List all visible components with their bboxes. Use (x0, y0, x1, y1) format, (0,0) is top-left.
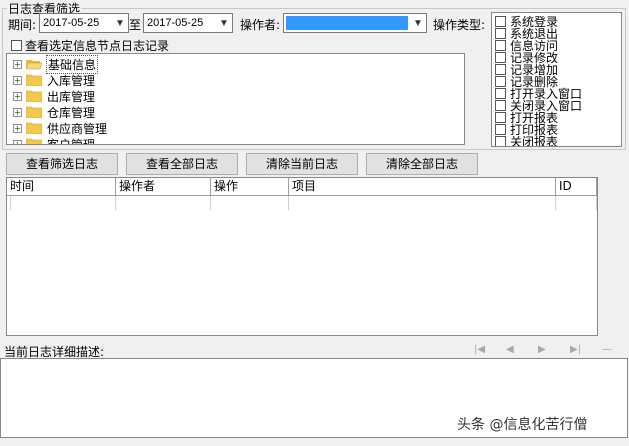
folder-icon (26, 122, 42, 134)
chevron-down-icon[interactable]: ▼ (410, 14, 426, 32)
start-date-value: 2017-05-25 (43, 17, 100, 29)
column-header-time[interactable]: 时间 (7, 178, 116, 196)
column-header-operator[interactable]: 操作者 (116, 178, 211, 196)
tree-item-label: 客户管理 (47, 137, 96, 145)
period-label: 期间: (8, 18, 37, 32)
tree-item-label: 供应商管理 (47, 121, 108, 136)
folder-open-icon (26, 60, 42, 70)
start-date-picker[interactable]: 2017-05-25 ▼ (39, 13, 129, 33)
node-log-label: 查看选定信息节点日志记录 (25, 39, 170, 53)
end-date-value: 2017-05-25 (147, 17, 204, 29)
op-type-label: 关闭报表 (510, 135, 559, 147)
column-divider (288, 196, 289, 210)
tree-item-label: 出库管理 (47, 89, 96, 104)
op-type-checkbox[interactable] (495, 64, 506, 75)
expand-plus-icon[interactable]: + (13, 75, 22, 85)
end-date-picker[interactable]: 2017-05-25 ▼ (143, 13, 233, 33)
op-type-checkbox[interactable] (495, 88, 506, 99)
log-grid[interactable]: 时间 操作者 操作 项目 ID (6, 177, 598, 336)
op-type-checkbox[interactable] (495, 136, 506, 146)
op-type-checkbox[interactable] (495, 28, 506, 39)
node-log-checkbox-row[interactable]: 查看选定信息节点日志记录 (11, 37, 169, 54)
watermark-text: 头条 @信息化苦行僧 (457, 417, 588, 433)
expand-plus-icon[interactable]: + (13, 91, 22, 101)
tree-item-inbound[interactable]: + 入库管理 (13, 72, 96, 88)
column-divider (210, 196, 211, 210)
tree-item-customer[interactable]: + 客户管理 (13, 136, 96, 145)
tree-item-outbound[interactable]: + 出库管理 (13, 88, 96, 104)
op-type-checkbox[interactable] (495, 52, 506, 63)
op-type-checkbox[interactable] (495, 40, 506, 51)
tree-item-label: 入库管理 (47, 73, 96, 88)
op-type-checkbox[interactable] (495, 16, 506, 27)
operator-selected-highlight (286, 16, 408, 30)
info-node-tree[interactable]: + 基础信息 + 入库管理 + 出库管理 + 仓库管理 + 供应商管理 + 客户… (6, 53, 465, 145)
folder-icon (26, 106, 42, 118)
column-header-item[interactable]: 项目 (289, 178, 556, 196)
column-divider (115, 196, 116, 210)
previous-record-icon[interactable]: ◀ (506, 344, 514, 355)
operator-label: 操作者: (240, 18, 281, 32)
op-type-label: 操作类型: (433, 18, 486, 32)
clear-current-log-button[interactable]: 清除当前日志 (246, 153, 358, 175)
clear-all-log-button[interactable]: 清除全部日志 (366, 153, 478, 175)
folder-icon (26, 74, 42, 86)
op-type-checkbox[interactable] (495, 100, 506, 111)
chevron-down-icon[interactable]: ▼ (216, 14, 232, 32)
chevron-down-icon[interactable]: ▼ (112, 14, 128, 32)
tree-item-basic-info[interactable]: + 基础信息 (13, 54, 99, 74)
column-header-operation[interactable]: 操作 (211, 178, 289, 196)
last-record-icon[interactable]: ▶| (570, 344, 581, 355)
tree-item-label: 仓库管理 (47, 105, 96, 120)
minimize-icon[interactable]: — (602, 344, 612, 355)
expand-plus-icon[interactable]: + (13, 59, 22, 69)
op-type-checklist[interactable]: 系统登录 系统退出 信息访问 记录修改 记录增加 记录删除 打开录入窗口 关闭录… (491, 12, 622, 147)
tree-item-warehouse[interactable]: + 仓库管理 (13, 104, 96, 120)
op-type-checkbox[interactable] (495, 76, 506, 87)
column-divider (10, 196, 11, 210)
column-divider (555, 196, 556, 210)
op-type-checkbox[interactable] (495, 124, 506, 135)
operator-select[interactable]: ▼ (283, 13, 427, 33)
view-all-log-button[interactable]: 查看全部日志 (126, 153, 238, 175)
expand-plus-icon[interactable]: + (13, 139, 22, 144)
next-record-icon[interactable]: ▶ (538, 344, 546, 355)
column-divider (596, 196, 597, 210)
view-filtered-log-button[interactable]: 查看筛选日志 (6, 153, 118, 175)
op-type-item[interactable]: 关闭报表 (495, 135, 559, 147)
first-record-icon[interactable]: |◀ (474, 344, 485, 355)
op-type-checkbox[interactable] (495, 112, 506, 123)
to-label: 至 (129, 18, 142, 32)
column-header-id[interactable]: ID (556, 178, 597, 196)
expand-plus-icon[interactable]: + (13, 107, 22, 117)
tree-item-supplier[interactable]: + 供应商管理 (13, 120, 108, 136)
folder-icon (26, 138, 42, 144)
expand-plus-icon[interactable]: + (13, 123, 22, 133)
node-log-checkbox[interactable] (11, 40, 22, 51)
folder-icon (26, 90, 42, 102)
